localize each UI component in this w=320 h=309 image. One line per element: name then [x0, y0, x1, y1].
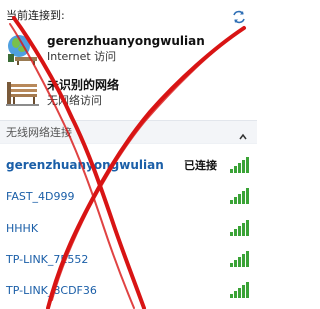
signal-strength-icon	[229, 187, 251, 205]
signal-strength-icon	[229, 156, 251, 174]
network-status: 无网络访问	[47, 94, 102, 107]
wifi-item[interactable]: TP-LINK_7E552	[0, 246, 257, 276]
wireless-section-label: 无线网络连接	[6, 126, 72, 139]
network-computer-icon	[5, 32, 41, 66]
wifi-name: FAST_4D999	[6, 190, 75, 203]
wifi-status: 已连接	[184, 159, 217, 172]
wifi-name: gerenzhuanyongwulian	[6, 158, 164, 172]
wifi-item[interactable]: gerenzhuanyongwulian 已连接	[0, 152, 257, 182]
network-name: gerenzhuanyongwulian	[47, 34, 205, 48]
network-entry-internet[interactable]: gerenzhuanyongwulian Internet 访问	[0, 32, 257, 74]
wifi-item[interactable]: FAST_4D999	[0, 183, 257, 213]
wifi-name: TP-LINK_8CDF36	[6, 284, 97, 297]
wifi-name: HHHK	[6, 222, 39, 235]
signal-strength-icon	[229, 281, 251, 299]
network-bench-icon	[5, 76, 41, 110]
current-connection-label: 当前连接到:	[6, 9, 65, 22]
wifi-item[interactable]: TP-LINK_8CDF36	[0, 277, 257, 307]
wifi-item[interactable]: HHHK	[0, 215, 257, 245]
network-status: Internet 访问	[47, 50, 117, 63]
refresh-icon[interactable]	[231, 9, 247, 25]
signal-strength-icon	[229, 250, 251, 268]
chevron-up-icon[interactable]	[238, 127, 248, 140]
current-connection-header: 当前连接到:	[6, 7, 251, 25]
network-flyout-panel: 当前连接到: gerenzhuanyongwulian Internet 访问 …	[0, 0, 257, 309]
network-entry-unidentified[interactable]: 未识别的网络 无网络访问	[0, 76, 257, 118]
wifi-name: TP-LINK_7E552	[6, 253, 89, 266]
network-name: 未识别的网络	[47, 78, 120, 92]
wireless-section-header[interactable]: 无线网络连接	[0, 120, 257, 144]
signal-strength-icon	[229, 219, 251, 237]
